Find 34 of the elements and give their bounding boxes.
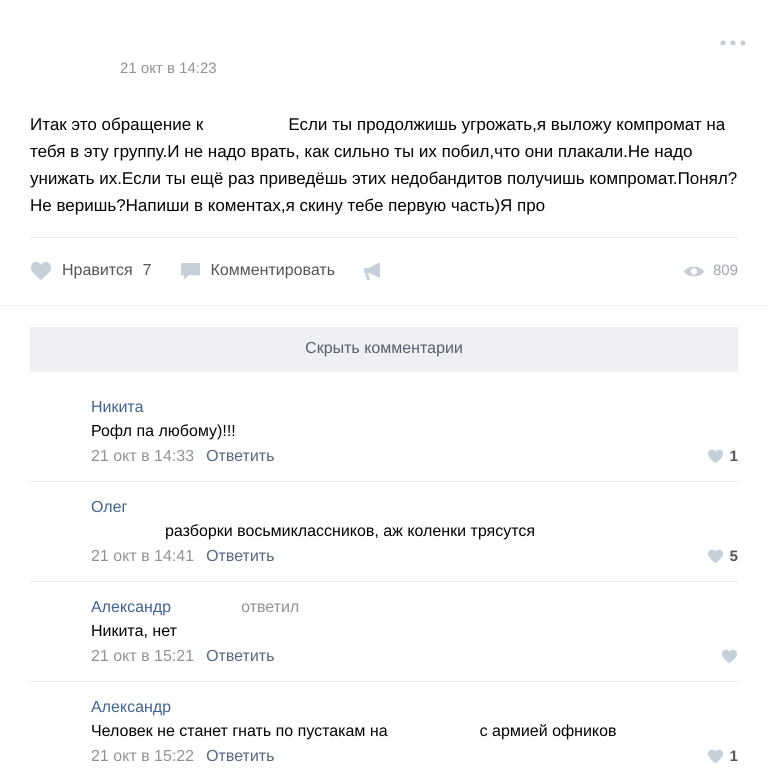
comment-date: 21 окт в 14:33 <box>91 446 194 466</box>
eye-icon <box>682 264 705 278</box>
reply-link[interactable]: Ответить <box>206 544 274 568</box>
comment-date: 21 окт в 15:21 <box>91 646 194 666</box>
heart-icon <box>706 448 724 464</box>
heart-icon <box>706 548 724 564</box>
comment-author[interactable]: Александр <box>91 696 172 718</box>
comment-text: Человек не станет гнать по пустакам на с армией офников <box>91 722 618 742</box>
heart-icon <box>721 648 738 664</box>
comment-text: Рофл па любому)!!! <box>91 422 237 442</box>
comment-author[interactable]: Олег <box>91 496 128 518</box>
comment-text: Никита, нет <box>91 622 178 642</box>
reply-link[interactable]: Ответить <box>206 444 274 468</box>
comment-date: 21 окт в 14:41 <box>91 546 194 566</box>
speech-bubble-icon <box>180 262 201 280</box>
heart-icon <box>706 748 724 764</box>
like-count: 1 <box>730 746 738 766</box>
reply-note: ответил <box>241 598 300 618</box>
hide-comments-button[interactable]: Скрыть комментарии <box>30 326 738 372</box>
post-text: Итак это обращение к Если ты продолжишь угрожать,я выложу компромат на тебя в эту группу.И не надо врать, как сильно ты их побил,что они плакали.Не надо унижать их.Если ты ещё раз приведёшь этих недобандитов получишь компромат.Понял?Не веришь?Напиши в коментах,я скину тебе первую часть)Я про <box>30 114 738 216</box>
post-date: 21 окт в 14:23 <box>120 59 217 79</box>
comment-date: 21 окт в 15:22 <box>91 746 194 766</box>
comment-author[interactable]: Александр <box>91 596 172 618</box>
comment-text: разборки восьмиклассников, аж коленки трясутся <box>164 522 536 542</box>
heart-icon <box>30 261 52 281</box>
reply-link[interactable]: Ответить <box>206 744 274 768</box>
comment-button[interactable]: Комментировать <box>180 259 336 283</box>
like-button[interactable]: Нравится 7 <box>30 259 152 283</box>
more-icon[interactable] <box>720 40 746 46</box>
comment-author[interactable]: Никита <box>91 396 144 418</box>
like-count: 5 <box>730 546 738 566</box>
view-count: 809 <box>712 260 738 281</box>
reply-link[interactable]: Ответить <box>206 644 274 668</box>
like-count: 1 <box>730 446 738 466</box>
